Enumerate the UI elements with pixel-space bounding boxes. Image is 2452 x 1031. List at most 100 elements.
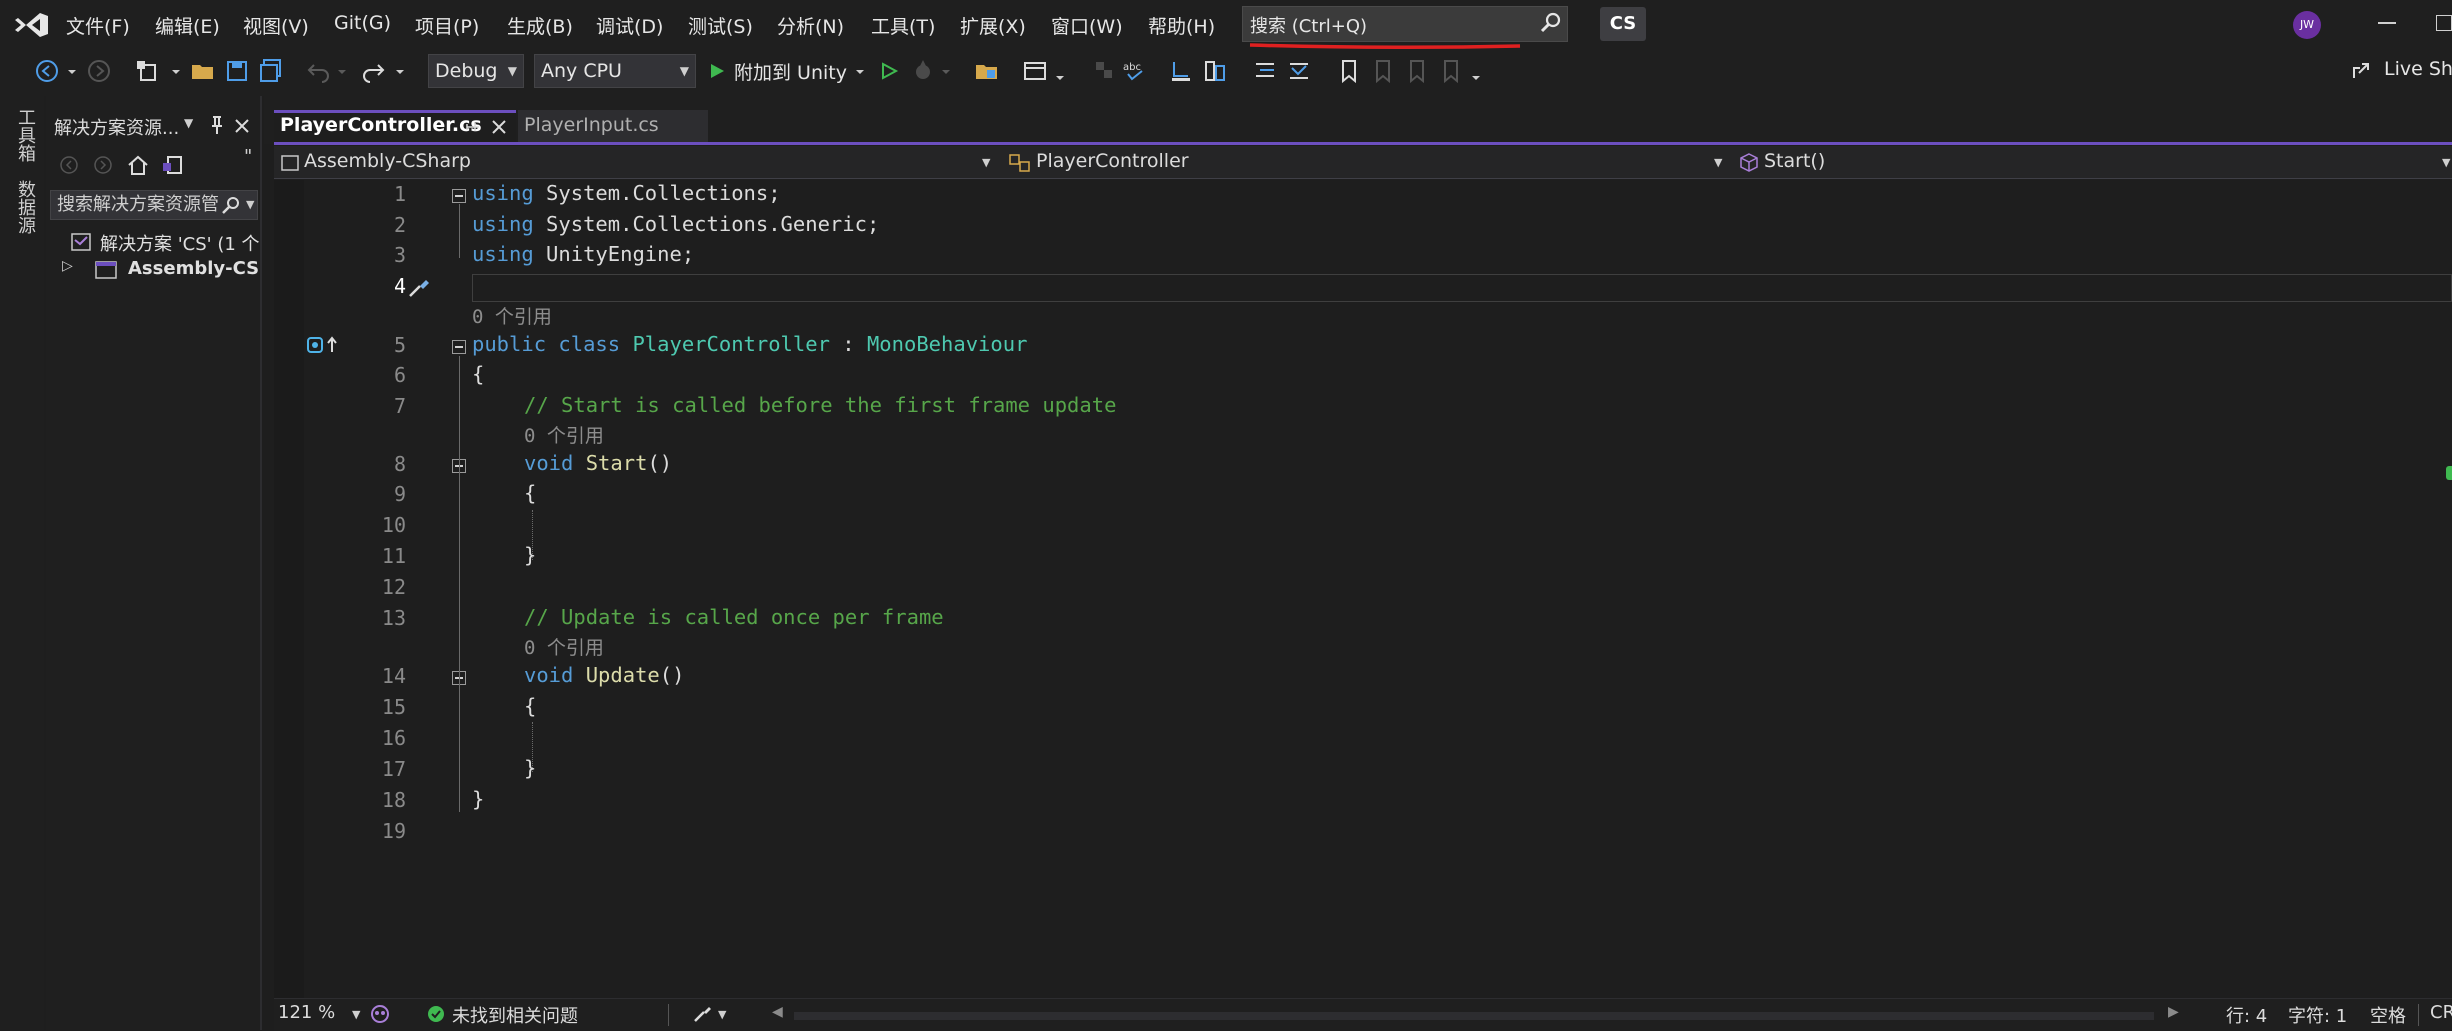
chevron-down-icon[interactable]: ▼ <box>184 116 193 130</box>
platform-select[interactable]: Any CPU ▼ <box>534 54 696 88</box>
member-dropdown[interactable] <box>1736 148 2452 176</box>
minimize-button[interactable] <box>2378 22 2396 24</box>
attach-to-unity-button[interactable]: 附加到 Unity <box>734 58 847 85</box>
solution-name-badge[interactable]: CS <box>1600 7 1646 41</box>
menu-project[interactable]: 项目(P) <box>415 12 479 39</box>
configuration-select[interactable]: Debug ▼ <box>428 54 524 88</box>
solution-folder-icon[interactable] <box>972 56 1002 86</box>
menu-view[interactable]: 视图(V) <box>243 12 309 39</box>
chevron-down-icon[interactable]: ▼ <box>718 1008 726 1021</box>
clear-bookmarks-icon[interactable] <box>1436 56 1466 86</box>
close-icon[interactable] <box>232 116 252 136</box>
data-sources-tab[interactable]: 数据源 <box>12 180 38 234</box>
code-cleanup-brush-icon[interactable] <box>690 1002 714 1026</box>
close-icon[interactable] <box>490 118 508 136</box>
menu-extensions[interactable]: 扩展(X) <box>960 12 1026 39</box>
menu-test[interactable]: 测试(S) <box>688 12 753 39</box>
menu-build[interactable]: 生成(B) <box>507 12 573 39</box>
comment-lines-icon[interactable] <box>1250 56 1280 86</box>
horizontal-scrollbar[interactable] <box>794 1012 2154 1020</box>
issues-status[interactable]: 未找到相关问题 <box>452 1002 578 1028</box>
window-layout-icon[interactable] <box>1020 56 1050 86</box>
chevron-down-icon[interactable]: ▼ <box>246 198 254 211</box>
avatar[interactable]: JW <box>2293 11 2321 39</box>
quick-actions-screwdriver-icon[interactable] <box>404 272 434 302</box>
previous-bookmark-icon[interactable] <box>1368 56 1398 86</box>
chevron-down-icon[interactable]: ▼ <box>2442 156 2450 169</box>
hierarchy-icon[interactable] <box>1090 56 1120 86</box>
save-all-icon[interactable] <box>256 56 286 86</box>
live-share-icon[interactable] <box>2348 56 2374 86</box>
forward-icon[interactable] <box>92 154 114 176</box>
cursor-line[interactable]: 行: 4 <box>2226 1002 2267 1028</box>
more-options-icon[interactable]: " <box>244 146 252 167</box>
code-line: using System.Collections; <box>472 181 781 205</box>
search-icon[interactable] <box>220 194 242 216</box>
back-icon[interactable] <box>58 154 80 176</box>
new-project-icon[interactable] <box>134 56 164 86</box>
fold-toggle[interactable] <box>452 340 466 354</box>
save-icon[interactable] <box>222 56 252 86</box>
reference-count-lens[interactable]: 0 个引用 <box>524 421 604 448</box>
hot-reload-icon[interactable] <box>908 56 938 86</box>
scroll-right-icon[interactable]: ▶ <box>2168 1004 2179 1020</box>
chevron-down-icon[interactable] <box>392 56 408 86</box>
menu-git[interactable]: Git(G) <box>334 12 391 34</box>
copilot-icon[interactable] <box>368 1002 392 1026</box>
menu-edit[interactable]: 编辑(E) <box>155 12 220 39</box>
chevron-down-icon[interactable] <box>938 56 954 86</box>
bookmark-icon[interactable] <box>1334 56 1364 86</box>
line-number: 16 <box>381 726 406 750</box>
scroll-left-icon[interactable]: ◀ <box>772 1004 783 1020</box>
menu-debug[interactable]: 调试(D) <box>596 12 663 39</box>
chevron-down-icon[interactable] <box>1052 56 1068 86</box>
configuration-value: Debug <box>435 60 498 82</box>
chevron-down-icon[interactable] <box>64 56 80 86</box>
reference-count-lens[interactable]: 0 个引用 <box>524 633 604 660</box>
fold-toggle[interactable] <box>452 189 466 203</box>
navigate-forward-icon[interactable] <box>84 56 114 86</box>
step-into-icon[interactable] <box>1166 56 1196 86</box>
code-comment: // Update is called once per frame <box>524 605 944 629</box>
chevron-down-icon[interactable] <box>852 56 868 86</box>
chevron-down-icon[interactable]: ▼ <box>352 1008 360 1021</box>
visual-studio-logo-icon[interactable] <box>14 10 50 40</box>
reference-count-lens[interactable]: 0 个引用 <box>472 302 552 329</box>
search-icon[interactable] <box>1538 10 1564 36</box>
play-icon[interactable] <box>706 56 728 86</box>
menu-window[interactable]: 窗口(W) <box>1051 12 1123 39</box>
solution-explorer-title[interactable]: 解决方案资源... <box>54 114 179 140</box>
line-ending[interactable]: CR <box>2430 1002 2452 1023</box>
home-icon[interactable] <box>126 154 150 176</box>
menu-tools[interactable]: 工具(T) <box>871 12 935 39</box>
navigate-back-icon[interactable] <box>32 56 62 86</box>
chevron-down-icon[interactable] <box>334 56 350 86</box>
spell-check-icon[interactable]: abc <box>1120 56 1150 86</box>
menu-file[interactable]: 文件(F) <box>66 12 130 39</box>
chevron-right-icon[interactable]: ▷ <box>62 258 73 274</box>
chevron-down-icon[interactable] <box>168 56 184 86</box>
uncomment-lines-icon[interactable] <box>1284 56 1314 86</box>
implements-icon[interactable] <box>306 334 340 356</box>
chevron-down-icon[interactable]: ▼ <box>982 156 990 169</box>
undo-icon[interactable] <box>304 56 334 86</box>
chevron-down-icon[interactable] <box>1468 56 1484 86</box>
pin-icon[interactable] <box>464 118 480 136</box>
maximize-button[interactable] <box>2436 15 2452 31</box>
live-share-button[interactable]: Live Sha <box>2384 58 2452 80</box>
indent-mode[interactable]: 空格 <box>2370 1002 2406 1028</box>
toolbox-tab[interactable]: 工具箱 <box>12 108 38 162</box>
redo-icon[interactable] <box>358 56 388 86</box>
menu-help[interactable]: 帮助(H) <box>1148 12 1215 39</box>
zoom-level[interactable]: 121 % <box>278 1002 335 1023</box>
chevron-down-icon[interactable]: ▼ <box>1714 156 1722 169</box>
code-editor[interactable] <box>274 180 2452 998</box>
menu-analyze[interactable]: 分析(N) <box>777 12 844 39</box>
switch-views-icon[interactable] <box>160 154 184 176</box>
next-bookmark-icon[interactable] <box>1402 56 1432 86</box>
breakpoints-icon[interactable] <box>1200 56 1230 86</box>
start-without-debugging-icon[interactable] <box>874 56 904 86</box>
cursor-char[interactable]: 字符: 1 <box>2288 1002 2347 1028</box>
pin-icon[interactable] <box>206 114 228 136</box>
open-folder-icon[interactable] <box>188 56 218 86</box>
